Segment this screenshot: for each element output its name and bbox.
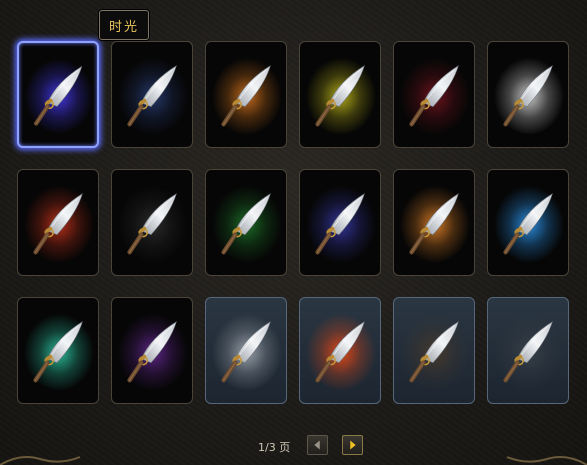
blade-card-5[interactable] xyxy=(393,41,475,148)
blade-card-6[interactable] xyxy=(487,41,569,148)
prev-page-button[interactable] xyxy=(307,435,328,455)
dagger-icon xyxy=(305,311,377,391)
blade-card-16[interactable] xyxy=(299,297,381,404)
blade-card-10[interactable] xyxy=(299,169,381,276)
dagger-icon xyxy=(211,55,283,135)
blade-card-2[interactable] xyxy=(111,41,193,148)
blade-card-11[interactable] xyxy=(393,169,475,276)
dagger-icon xyxy=(23,183,95,263)
dagger-icon xyxy=(493,55,565,135)
arrow-left-icon xyxy=(314,440,320,450)
dagger-icon xyxy=(211,183,283,263)
blade-card-7[interactable] xyxy=(17,169,99,276)
dagger-icon xyxy=(399,55,471,135)
dagger-icon xyxy=(23,311,95,391)
page-indicator: 1/3 页 xyxy=(258,441,291,454)
blade-card-17[interactable] xyxy=(393,297,475,404)
next-page-button[interactable] xyxy=(342,435,363,455)
dagger-icon xyxy=(493,183,565,263)
blade-card-15[interactable] xyxy=(205,297,287,404)
arrow-right-icon xyxy=(350,440,356,450)
tooltip-label: 时光 xyxy=(108,19,139,35)
dagger-icon xyxy=(117,183,189,263)
dagger-icon xyxy=(399,183,471,263)
dagger-icon xyxy=(117,55,189,135)
blade-card-14[interactable] xyxy=(111,297,193,404)
blade-card-8[interactable] xyxy=(111,169,193,276)
blade-card-12[interactable] xyxy=(487,169,569,276)
dagger-icon xyxy=(399,311,471,391)
dagger-icon xyxy=(305,183,377,263)
blade-card-13[interactable] xyxy=(17,297,99,404)
blade-card-1[interactable] xyxy=(17,41,99,148)
blade-card-3[interactable] xyxy=(205,41,287,148)
dagger-icon xyxy=(211,311,283,391)
dagger-icon xyxy=(117,311,189,391)
dagger-icon xyxy=(24,56,94,134)
pagination xyxy=(0,432,587,458)
blade-card-18[interactable] xyxy=(487,297,569,404)
dagger-icon xyxy=(305,55,377,135)
item-tooltip: 时光 xyxy=(99,10,149,40)
blade-card-9[interactable] xyxy=(205,169,287,276)
dagger-icon xyxy=(493,311,565,391)
blade-card-4[interactable] xyxy=(299,41,381,148)
